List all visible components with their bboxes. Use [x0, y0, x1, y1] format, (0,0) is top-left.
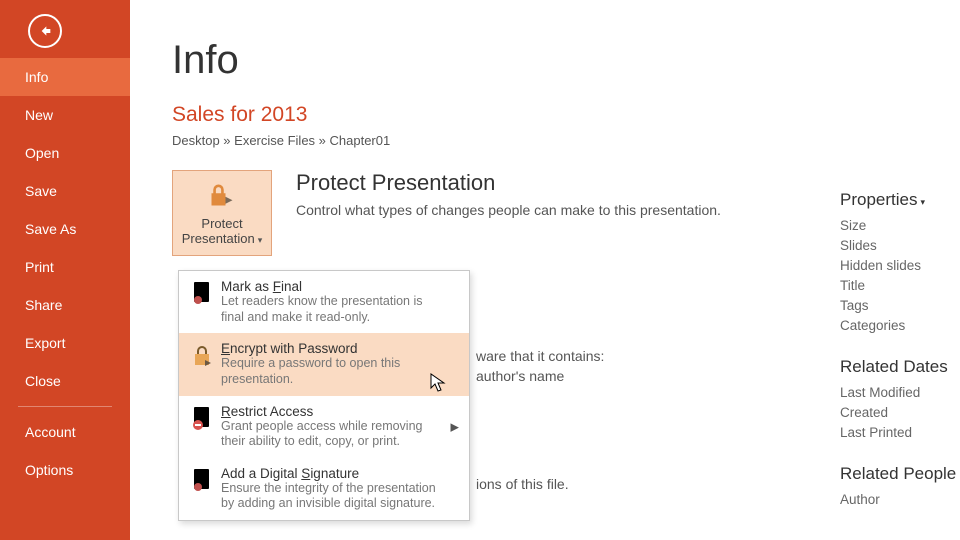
date-last-modified: Last Modified — [840, 385, 960, 400]
section-description: Control what types of changes people can… — [296, 202, 721, 218]
backstage-sidebar: InfoNewOpenSaveSave AsPrintShareExportCl… — [0, 0, 130, 540]
nav-item-options[interactable]: Options — [0, 451, 130, 489]
date-created: Created — [840, 405, 960, 420]
menu-item-add-a-digital-signature[interactable]: Add a Digital SignatureEnsure the integr… — [179, 458, 469, 520]
protect-presentation-menu: Mark as FinalLet readers know the presen… — [178, 270, 470, 521]
nav-item-save[interactable]: Save — [0, 172, 130, 210]
prop-categories: Categories — [840, 318, 960, 333]
nav-item-export[interactable]: Export — [0, 324, 130, 362]
date-last-printed: Last Printed — [840, 425, 960, 440]
nav-item-info[interactable]: Info — [0, 58, 130, 96]
section-heading: Protect Presentation — [296, 170, 721, 196]
menu-item-mark-as-final[interactable]: Mark as FinalLet readers know the presen… — [179, 271, 469, 333]
prop-title: Title — [840, 278, 960, 293]
menu-item-description: Require a password to open this presenta… — [221, 356, 436, 387]
nav-item-save-as[interactable]: Save As — [0, 210, 130, 248]
sidebar-separator — [18, 406, 112, 407]
sign-icon — [189, 467, 215, 512]
final-icon — [189, 280, 215, 325]
related-dates-heading: Related Dates — [840, 357, 960, 377]
obscured-text: ware that it contains: — [476, 348, 604, 364]
prop-size: Size — [840, 218, 960, 233]
page-title: Info — [172, 38, 960, 83]
properties-panel: Properties▾ Size Slides Hidden slides Title… — [840, 190, 960, 512]
nav-item-close[interactable]: Close — [0, 362, 130, 400]
obscured-text: author's name — [476, 368, 564, 384]
arrow-left-icon — [37, 23, 53, 39]
document-title: Sales for 2013 — [172, 103, 960, 127]
nav-item-new[interactable]: New — [0, 96, 130, 134]
prop-hidden-slides: Hidden slides — [840, 258, 960, 273]
submenu-arrow-icon: ▶ — [451, 420, 459, 433]
people-author: Author — [840, 492, 960, 507]
prop-slides: Slides — [840, 238, 960, 253]
related-people-heading: Related People — [840, 464, 960, 484]
properties-heading[interactable]: Properties▾ — [840, 190, 960, 210]
menu-item-encrypt-with-password[interactable]: Encrypt with PasswordRequire a password … — [179, 333, 469, 395]
nav-item-share[interactable]: Share — [0, 286, 130, 324]
menu-item-title: Encrypt with Password — [221, 341, 436, 356]
breadcrumb: Desktop » Exercise Files » Chapter01 — [172, 133, 960, 148]
nav-item-open[interactable]: Open — [0, 134, 130, 172]
restrict-icon — [189, 405, 215, 450]
menu-item-title: Restrict Access — [221, 404, 436, 419]
back-button[interactable] — [28, 14, 62, 48]
lock-shield-icon — [208, 181, 236, 212]
menu-item-description: Grant people access while removing their… — [221, 419, 436, 450]
protect-button-label-1: Protect — [201, 216, 242, 231]
prop-tags: Tags — [840, 298, 960, 313]
nav-item-account[interactable]: Account — [0, 413, 130, 451]
menu-item-title: Mark as Final — [221, 279, 436, 294]
lock-icon — [189, 342, 215, 387]
protect-button-label-2: Presentation▾ — [182, 231, 263, 246]
protect-presentation-button[interactable]: Protect Presentation▾ — [172, 170, 272, 256]
menu-item-description: Let readers know the presentation is fin… — [221, 294, 436, 325]
obscured-text: ions of this file. — [476, 476, 569, 492]
menu-item-restrict-access[interactable]: Restrict AccessGrant people access while… — [179, 396, 469, 458]
nav-item-print[interactable]: Print — [0, 248, 130, 286]
menu-item-description: Ensure the integrity of the presentation… — [221, 481, 436, 512]
menu-item-title: Add a Digital Signature — [221, 466, 436, 481]
